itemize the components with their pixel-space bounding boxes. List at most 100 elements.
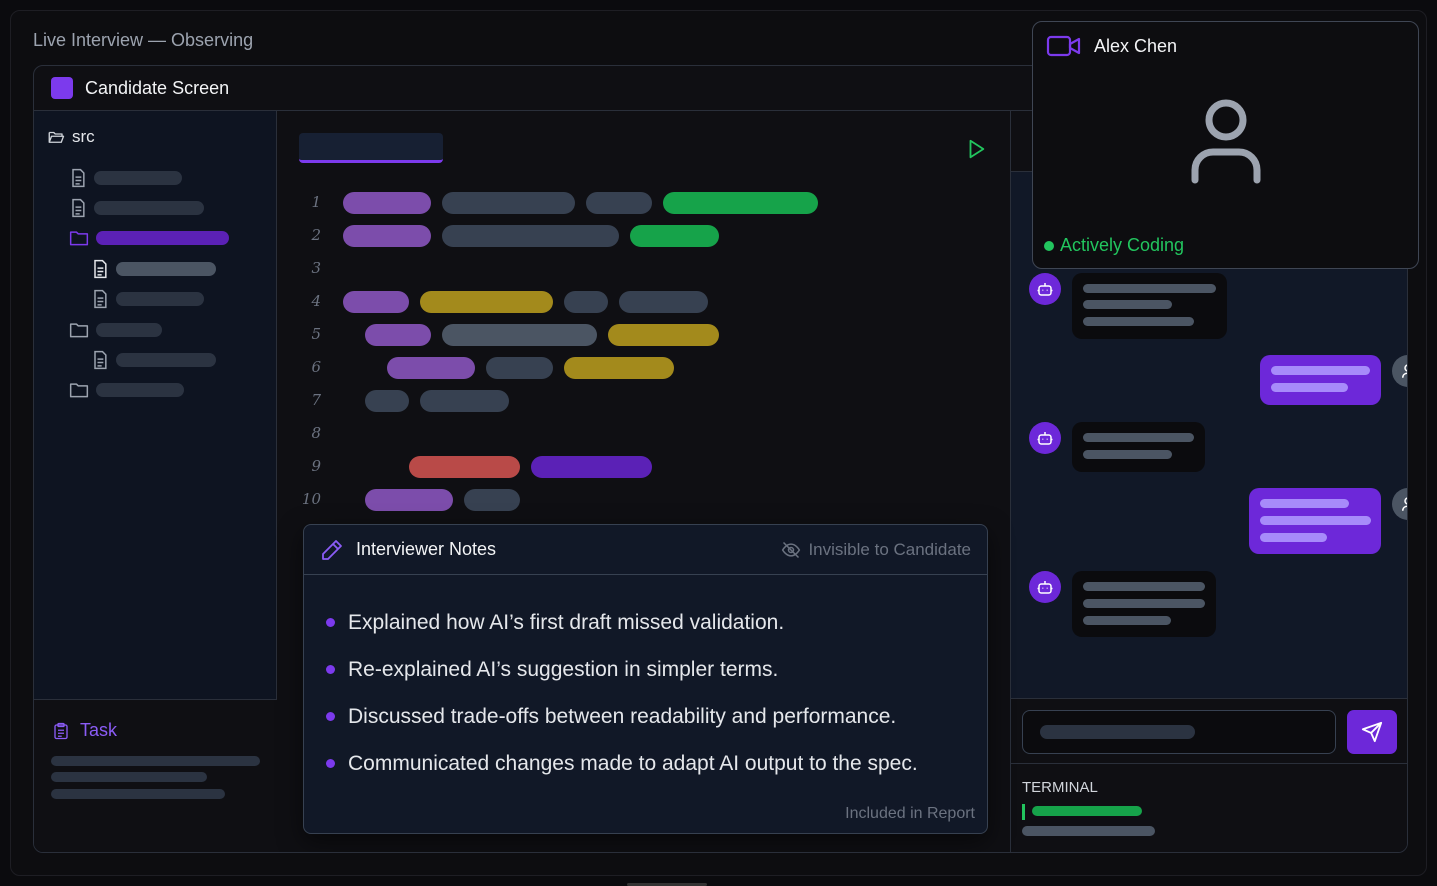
file-icon [72, 198, 85, 218]
tree-folder[interactable] [68, 380, 184, 400]
code-token [608, 324, 719, 346]
code-token [343, 225, 431, 247]
ai-message [1072, 273, 1227, 339]
robot-avatar [1029, 571, 1061, 603]
line-number: 7 [311, 391, 321, 409]
tree-file-active[interactable] [90, 259, 216, 279]
line-number: 5 [311, 325, 321, 343]
note-item: Communicated changes made to adapt AI ou… [326, 740, 918, 787]
file-explorer: src Task [34, 111, 277, 852]
robot-icon [1037, 432, 1053, 445]
notes-list: Explained how AI’s first draft missed va… [326, 599, 918, 787]
code-token [586, 192, 652, 214]
code-token [387, 357, 475, 379]
user-avatar [1392, 355, 1407, 387]
note-item: Re-explained AI’s suggestion in simpler … [326, 646, 918, 693]
code-token [619, 291, 708, 313]
terminal-panel[interactable]: TERMINAL [1011, 764, 1407, 852]
tree-file[interactable] [90, 289, 204, 309]
task-header[interactable]: Task [52, 720, 117, 741]
ai-message [1072, 571, 1216, 637]
tree-file[interactable] [90, 350, 216, 370]
candidate-name: Alex Chen [1094, 35, 1178, 56]
code-token [486, 357, 553, 379]
line-number: 8 [311, 424, 321, 442]
folder-icon [69, 231, 89, 246]
note-text: Re-explained AI’s suggestion in simpler … [348, 657, 779, 681]
video-header: Alex Chen [1046, 34, 1177, 58]
code-token [365, 489, 453, 511]
bullet-icon [326, 665, 335, 674]
code-token [564, 291, 608, 313]
line-number: 4 [311, 292, 321, 310]
eye-off-icon [782, 541, 801, 558]
code-token [442, 324, 597, 346]
note-text: Discussed trade-offs between readability… [348, 704, 897, 728]
send-button[interactable] [1347, 710, 1397, 754]
line-number: 9 [311, 457, 321, 475]
tree-root[interactable]: src [46, 127, 95, 147]
status-label: Actively Coding [1060, 235, 1185, 255]
status-dot-icon [1044, 240, 1054, 251]
user-avatar [1392, 488, 1407, 520]
line-number: 10 [301, 490, 321, 508]
line-number: 2 [311, 226, 321, 244]
code-token [365, 324, 431, 346]
play-icon[interactable] [965, 138, 987, 160]
terminal-label: TERMINAL [1022, 779, 1098, 796]
code-token [343, 192, 431, 214]
line-number: 3 [311, 259, 321, 277]
user-message [1249, 488, 1381, 554]
folder-icon [69, 383, 89, 398]
chat-input[interactable] [1022, 710, 1336, 754]
candidate-video-card[interactable]: Alex Chen Actively Coding [1032, 21, 1419, 269]
code-token [442, 192, 575, 214]
folder-icon [69, 323, 89, 338]
code-token [343, 291, 409, 313]
ai-message [1072, 422, 1205, 472]
note-item: Explained how AI’s first draft missed va… [326, 599, 918, 646]
code-token [464, 489, 520, 511]
pencil-icon [322, 539, 342, 560]
robot-avatar [1029, 273, 1061, 305]
tree-file[interactable] [68, 168, 182, 188]
activity-status: Actively Coding [1044, 235, 1184, 256]
editor-tab[interactable] [299, 133, 443, 163]
task-label: Task [80, 720, 118, 740]
notes-footer: Included in Report [845, 805, 975, 822]
code-token [663, 192, 818, 214]
robot-icon [1037, 283, 1053, 296]
code-token [630, 225, 719, 247]
code-token [531, 456, 652, 478]
code-token [420, 291, 553, 313]
note-item: Discussed trade-offs between readability… [326, 693, 918, 740]
user-icon [1402, 364, 1407, 378]
code-token [409, 456, 520, 478]
task-panel: Task [34, 699, 277, 852]
notes-header: Interviewer Notes Invisible to Candidate [304, 525, 987, 575]
code-token [420, 390, 509, 412]
terminal-output-line [1022, 826, 1155, 836]
code-token [442, 225, 619, 247]
visibility-label: Invisible to Candidate [808, 539, 971, 559]
tree-file[interactable] [68, 198, 204, 218]
file-icon [94, 259, 107, 279]
robot-icon [1037, 581, 1053, 594]
bullet-icon [326, 759, 335, 768]
user-icon [1402, 497, 1407, 511]
page-title: Live Interview — Observing [33, 30, 254, 50]
notes-title: Interviewer Notes [356, 539, 497, 559]
tree-folder-selected[interactable] [68, 228, 229, 248]
tree-folder[interactable] [68, 320, 162, 340]
bullet-icon [326, 618, 335, 627]
file-icon [72, 168, 85, 188]
code-token [365, 390, 409, 412]
send-icon [1361, 721, 1383, 743]
visibility-indicator: Invisible to Candidate [780, 540, 971, 560]
user-icon [1191, 99, 1261, 184]
chat-input-bar [1011, 698, 1407, 764]
note-text: Communicated changes made to adapt AI ou… [348, 751, 918, 775]
screen-indicator-icon [51, 77, 73, 99]
clipboard-icon [54, 722, 68, 739]
folder-open-icon [48, 131, 65, 143]
